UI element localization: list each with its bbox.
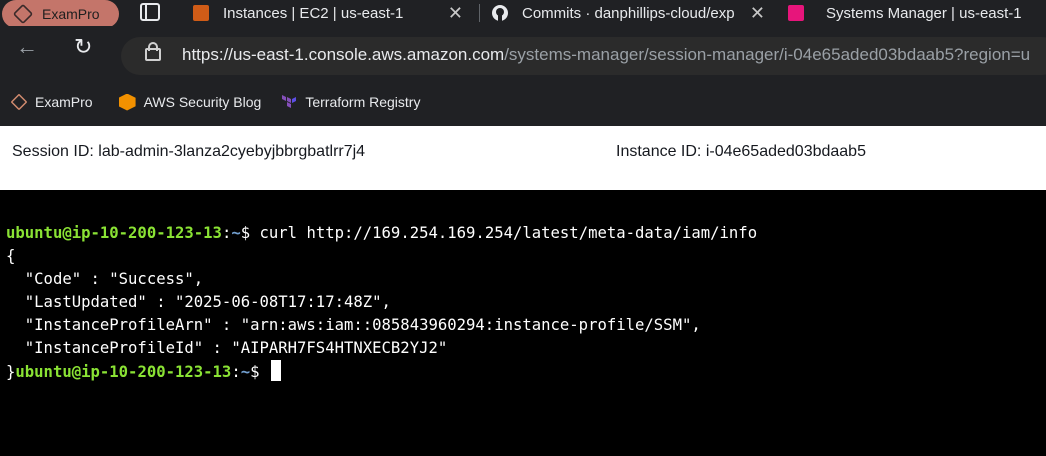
tab-ec2-instances[interactable]: Instances | EC2 | us-east-1 ✕: [193, 0, 475, 26]
prompt-line[interactable]: }ubuntu@ip-10-200-123-13:~$: [6, 360, 281, 384]
close-icon[interactable]: ✕: [448, 3, 463, 24]
url-text[interactable]: https://us-east-1.console.aws.amazon.com…: [182, 45, 1030, 65]
prompt-path: ~: [231, 224, 241, 242]
tab-title: Instances | EC2 | us-east-1: [223, 4, 404, 22]
prompt-symbol: $: [240, 224, 260, 242]
closing-brace: }: [6, 363, 16, 381]
exampro-logo-icon: [12, 3, 34, 25]
output-line: "InstanceProfileId" : "AIPARH7FS4HTNXECB…: [6, 339, 448, 357]
profile-button[interactable]: ExamPro: [2, 0, 119, 28]
aws-ec2-icon: [193, 5, 209, 21]
close-icon[interactable]: ✕: [750, 3, 765, 24]
tab-search-icon[interactable]: [140, 3, 160, 21]
bookmark-exampro[interactable]: ExamPro: [10, 93, 93, 111]
profile-label: ExamPro: [42, 6, 100, 22]
terraform-icon: [282, 95, 297, 108]
prompt-symbol: $: [250, 363, 269, 381]
github-icon: [492, 5, 508, 21]
text-cursor: [270, 360, 281, 381]
instance-id: Instance ID: i-04e65aded03bdaab5: [616, 143, 866, 160]
prompt-user: ubuntu@ip-10-200-123-13: [6, 224, 222, 242]
address-bar[interactable]: https://us-east-1.console.aws.amazon.com…: [121, 37, 1046, 75]
tab-systems-manager[interactable]: Systems Manager | us-east-1: [778, 0, 1046, 26]
session-id: Session ID: lab-admin-3lanza2cyebyjbbrgb…: [12, 143, 366, 160]
prompt-colon: :: [231, 363, 241, 381]
session-header: Session ID: lab-admin-3lanza2cyebyjbbrgb…: [0, 126, 1046, 190]
tab-separator: [479, 4, 480, 22]
lock-icon[interactable]: [145, 42, 161, 61]
command-line: ubuntu@ip-10-200-123-13:~$ curl http://1…: [6, 222, 757, 245]
bookmark-label: Terraform Registry: [305, 94, 421, 110]
bookmarks-bar: ExamPro AWS Security Blog Terraform Regi…: [0, 90, 440, 114]
output-line: "InstanceProfileArn" : "arn:aws:iam::085…: [6, 316, 701, 334]
aws-ssm-icon: [788, 5, 804, 21]
prompt-colon: :: [221, 224, 232, 242]
exampro-icon: [10, 93, 28, 111]
tab-strip: ExamPro Instances | EC2 | us-east-1 ✕ Co…: [0, 0, 1046, 28]
output-line: "Code" : "Success",: [6, 270, 204, 288]
tab-github-commits[interactable]: Commits · danphillips-cloud/exp ✕: [492, 0, 777, 26]
back-arrow-icon[interactable]: ←: [16, 34, 38, 60]
prompt-user: ubuntu@ip-10-200-123-13: [15, 363, 232, 381]
tab-title: Commits · danphillips-cloud/exp: [522, 4, 735, 22]
browser-toolbar: ← ↻ https://us-east-1.console.aws.amazon…: [0, 26, 1046, 126]
output-line: {: [6, 247, 16, 265]
tab-title: Systems Manager | us-east-1: [826, 4, 1022, 22]
bookmark-label: ExamPro: [35, 94, 93, 110]
bookmark-aws-security-blog[interactable]: AWS Security Blog: [118, 93, 262, 111]
command-text: curl http://169.254.169.254/latest/meta-…: [259, 224, 758, 242]
prompt-path: ~: [240, 363, 251, 381]
aws-icon: [118, 93, 136, 111]
reload-icon[interactable]: ↻: [74, 34, 92, 60]
terminal-window[interactable]: ubuntu@ip-10-200-123-13:~$ curl http://1…: [0, 190, 1046, 456]
bookmark-label: AWS Security Blog: [143, 94, 262, 110]
output-line: "LastUpdated" : "2025-06-08T17:17:48Z",: [6, 293, 391, 311]
bookmark-terraform-registry[interactable]: Terraform Registry: [281, 94, 420, 110]
